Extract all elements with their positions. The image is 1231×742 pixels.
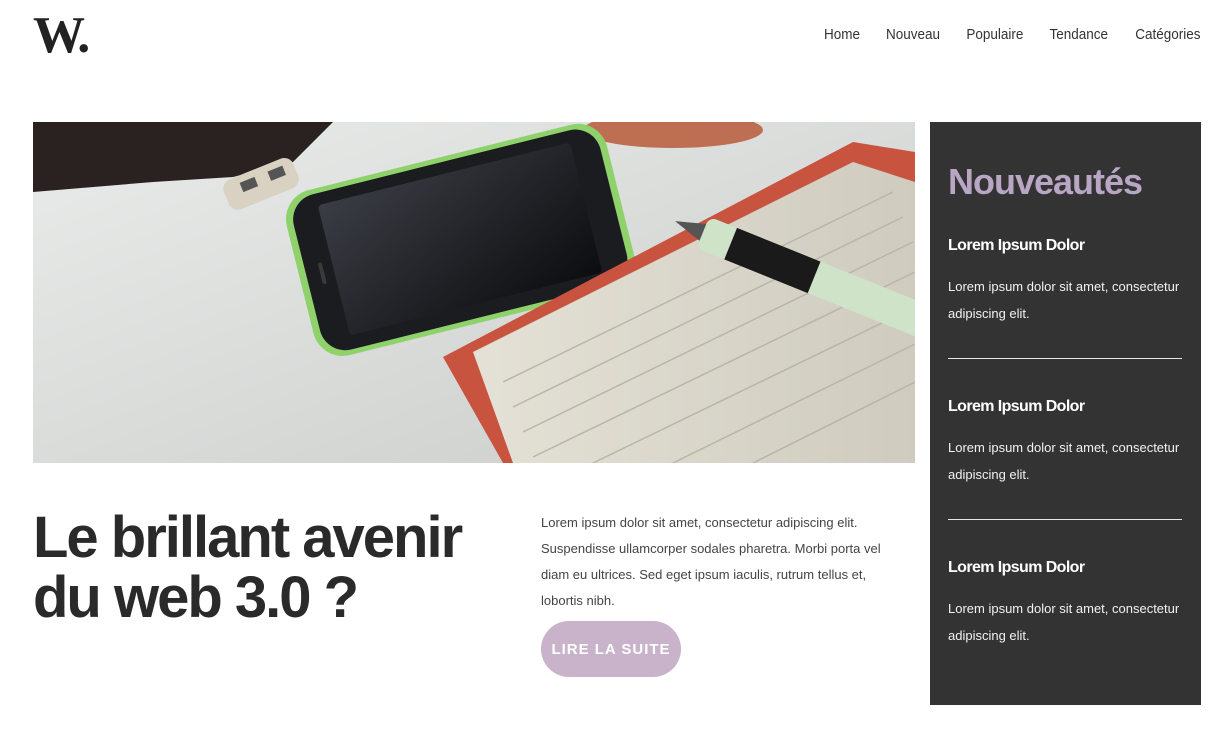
nav-categories[interactable]: Catégories	[1136, 26, 1201, 43]
news-item-title[interactable]: Lorem Ipsum Dolor	[948, 397, 1182, 417]
sidebar-title: Nouveautés	[948, 161, 1143, 202]
news-item-text: Lorem ipsum dolor sit amet, consectetur …	[948, 440, 1180, 482]
nav-nouveau[interactable]: Nouveau	[886, 26, 940, 43]
main-nav: Home Nouveau Populaire Tendance Catégori…	[820, 26, 1201, 43]
article-title: Le brillant avenir du web 3.0 ?	[33, 505, 463, 630]
news-item[interactable]: Lorem Ipsum Dolor Lorem ipsum dolor sit …	[948, 236, 1182, 327]
news-item-text: Lorem ipsum dolor sit amet, consectetur …	[948, 601, 1180, 643]
news-item[interactable]: Lorem Ipsum Dolor Lorem ipsum dolor sit …	[948, 397, 1182, 488]
news-item-text: Lorem ipsum dolor sit amet, consectetur …	[948, 279, 1180, 321]
divider	[948, 358, 1182, 359]
divider	[948, 519, 1182, 520]
nav-populaire[interactable]: Populaire	[966, 26, 1023, 43]
nav-tendance[interactable]: Tendance	[1050, 26, 1109, 43]
site-logo[interactable]: W.	[33, 8, 90, 64]
nav-home[interactable]: Home	[824, 26, 860, 43]
read-more-button[interactable]: LIRE LA SUITE	[541, 621, 681, 677]
news-item-title[interactable]: Lorem Ipsum Dolor	[948, 236, 1182, 256]
article-excerpt: Lorem ipsum dolor sit amet, consectetur …	[541, 515, 881, 608]
sidebar-news: Nouveautés Lorem Ipsum Dolor Lorem ipsum…	[930, 122, 1201, 705]
news-item-title[interactable]: Lorem Ipsum Dolor	[948, 558, 1182, 578]
hero-photo-illustration	[33, 122, 915, 463]
page: W. Home Nouveau Populaire Tendance Catég…	[0, 0, 1231, 742]
news-item[interactable]: Lorem Ipsum Dolor Lorem ipsum dolor sit …	[948, 558, 1182, 649]
hero-image	[33, 122, 915, 463]
